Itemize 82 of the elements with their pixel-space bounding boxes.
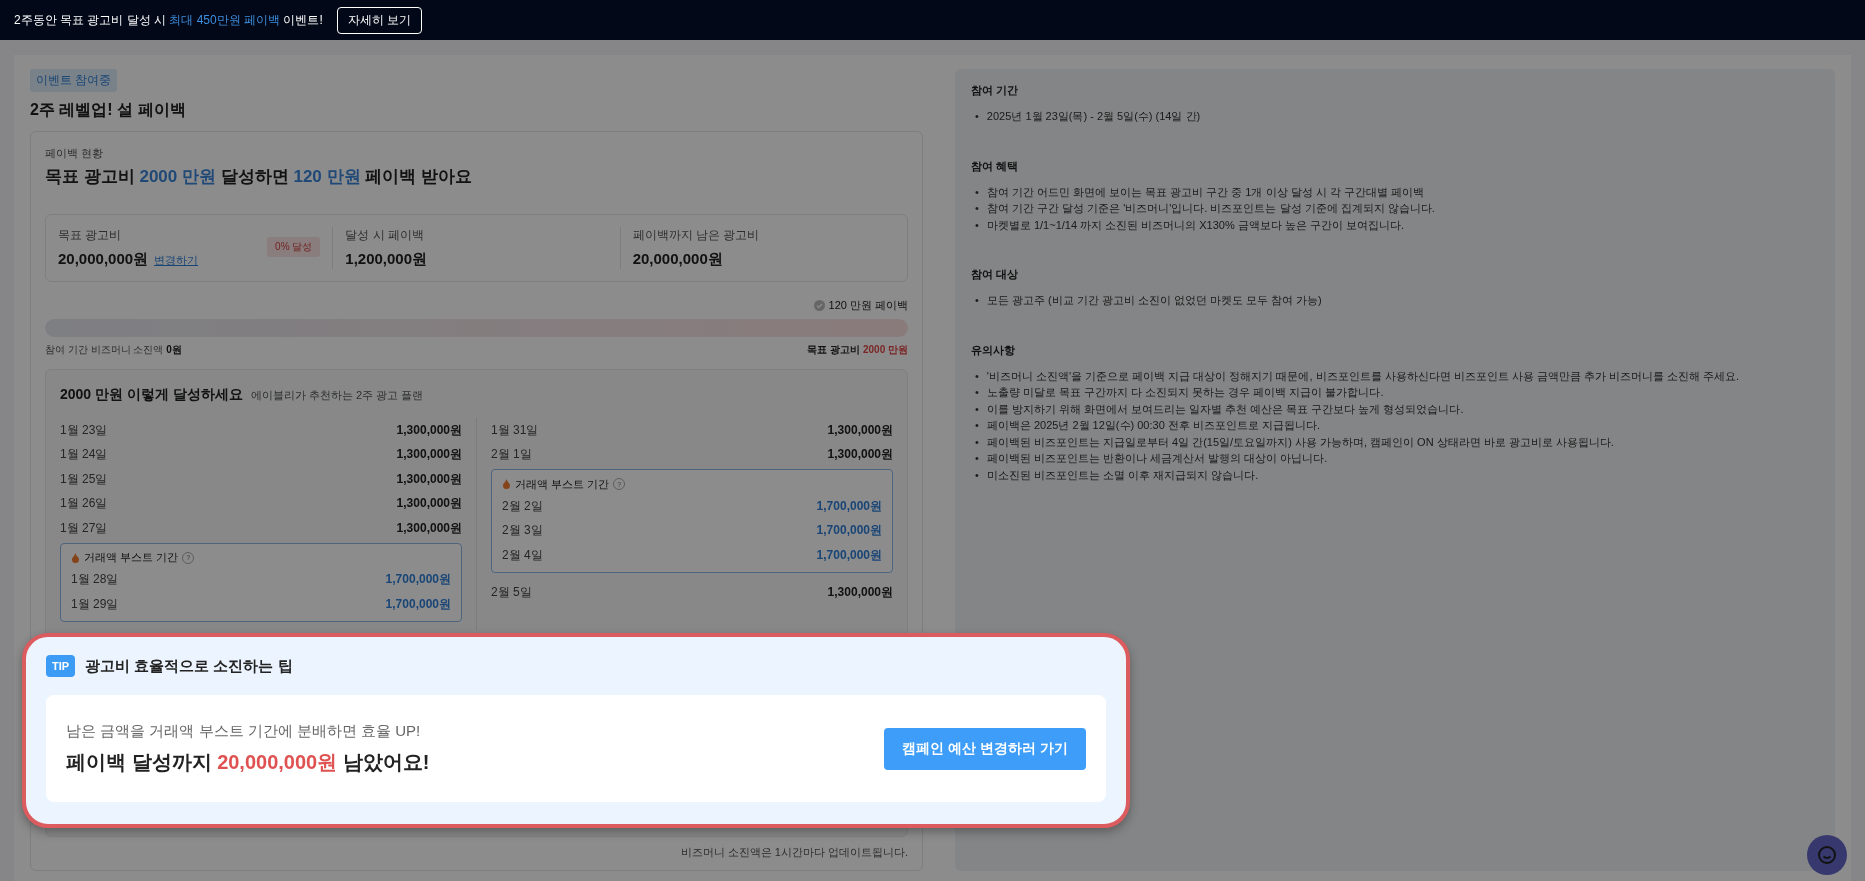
plan-title: 2000 만원 이렇게 달성하세요 [60,386,243,404]
info-item: 마켓별로 1/1~1/14 까지 소진된 비즈머니의 X130% 금액보다 높은 구간이 보여집니다. [986,217,1405,233]
check-icon [813,300,825,311]
info-heading: 유의사항 [971,342,1016,358]
payback-headline: 목표 광고비 2000 만원 달성하면 120 만원 페이백 받아요 [45,166,473,188]
update-note: 비즈머니 소진액은 1시간마다 업데이트됩니다. [679,845,908,860]
plan-date: 2월 2일 [502,497,543,515]
bullet: • [975,217,979,233]
bullet: • [975,293,979,308]
plan-amount: 1,300,000원 [396,470,462,488]
info-item: 페이백된 비즈포인트는 반환이나 세금계산서 발행의 대상이 아닙니다. [986,451,1328,466]
plan-amount: 1,700,000원 [816,522,882,540]
bullet: • [975,184,979,200]
change-budget-button[interactable]: 캠페인 예산 변경하러 가기 [884,727,1086,770]
plan-amount: 1,300,000원 [396,495,462,513]
info-item: 미소진된 비즈포인트는 소멸 이후 재지급되지 않습니다. [986,467,1259,483]
milestone-label: 120 만원 페이백 [828,298,908,313]
info-item: 참여 기간 구간 달성 기준은 '비즈머니'입니다. 비즈포인트는 달성 기준에 집계되지 않습니다. [986,201,1435,216]
bullet: • [975,368,979,384]
status-badge: 이벤트 참여중 [30,69,118,92]
stat-value: 20,000,000원 [632,250,723,269]
bullet: • [975,451,979,466]
stat-value: 20,000,000원 [58,250,149,269]
boost-label: 거래액 부스트 기간 [84,550,179,565]
plan-subtitle: 에이블리가 추천하는 2주 광고 플랜 [250,388,424,403]
stat-label: 목표 광고비 [58,227,123,244]
bullet: • [975,385,979,400]
event-title: 2주 레벨업! 설 페이백 [30,100,187,120]
tip-title: 광고비 효율적으로 소진하는 팁 [85,656,293,676]
info-item: 페이백된 비즈포인트는 지급일로부터 4일 간(15일/토요일까지) 사용 가능하며, 캠페인이 ON 상태라면 바로 광고비로 사용됩니다. [986,434,1614,450]
plan-date: 1월 31일 [491,421,539,439]
stat-value: 1,200,000원 [345,250,428,269]
event-banner-text: 2주동안 목표 광고비 달성 시 최대 450만원 페이백 이벤트! [14,11,323,29]
info-item: '비즈머니 소진액'을 기준으로 페이백 지급 대상이 정해지기 때문에, 비즈포인트를 사용하신다면 비즈포인트 사용 금액만큼 추가 비즈머니를 소진해 주세요. [986,368,1740,384]
plan-date: 2월 3일 [502,522,543,540]
stat-label: 페이백까지 남은 광고비 [632,227,761,244]
plan-amount: 1,700,000원 [385,571,451,589]
section-label: 페이백 현황 [45,146,105,161]
plan-date: 1월 23일 [60,421,108,439]
plan-date: 1월 25일 [60,470,108,488]
bullet: • [975,401,979,417]
info-item: 이를 방지하기 위해 화면에서 보여드리는 일자별 추천 예산은 목표 구간보다 높게 형성되었습니다. [986,401,1464,417]
plan-date: 1월 24일 [60,446,108,464]
plan-amount: 1,300,000원 [827,446,893,464]
plan-date: 1월 29일 [71,595,119,613]
plan-amount: 1,300,000원 [396,421,462,439]
plan-date: 2월 4일 [502,546,543,564]
info-heading: 참여 혜택 [971,158,1020,174]
plan-amount: 1,300,000원 [396,446,462,464]
plan-amount: 1,300,000원 [827,584,893,602]
bullet: • [975,109,979,124]
plan-amount: 1,700,000원 [816,497,882,515]
boost-label: 거래액 부스트 기간 [515,476,610,492]
plan-date: 2월 1일 [491,446,532,464]
stat-label: 달성 시 페이백 [345,227,425,244]
plan-date: 1월 28일 [71,571,119,589]
remaining-message: 페이백 달성까지 20,000,000원 남았어요! [66,749,430,775]
info-heading: 참여 기간 [971,83,1020,98]
plan-date: 1월 27일 [60,519,108,537]
info-item: 노출량 미달로 목표 구간까지 다 소진되지 못하는 경우 페이백 지급이 불가합니다. [986,385,1384,400]
plan-date: 2월 5일 [491,584,532,602]
bullet: • [975,434,979,450]
plan-amount: 1,300,000원 [827,421,893,439]
bullet: • [975,418,979,433]
info-item: 2025년 1월 23일(목) - 2월 5일(수) (14일 간) [986,109,1201,124]
plan-date: 1월 26일 [60,495,108,513]
tip-badge: TIP [46,655,76,677]
plan-amount: 1,700,000원 [385,595,451,613]
plan-amount: 1,300,000원 [396,519,462,537]
bullet: • [975,201,979,216]
info-item: 모든 광고주 (비교 기간 광고비 소진이 없었던 마켓도 모두 참여 가능) [986,293,1322,308]
info-heading: 참여 대상 [971,267,1020,282]
target-amount: 목표 광고비 2000 만원 [807,343,908,357]
spent-amount: 참여 기간 비즈머니 소진액 0원 [45,343,182,357]
progress-badge: 0% 달성 [267,237,321,257]
info-item: 페이백은 2025년 2월 12일(수) 00:30 전후 비즈포인트로 지급됩니다. [986,418,1320,433]
tip-hint: 남은 금액을 거래액 부스트 기간에 분배하면 효율 UP! [66,721,422,741]
plan-amount: 1,700,000원 [816,546,882,564]
info-item: 참여 기간 어드민 화면에 보이는 목표 광고비 구간 중 1개 이상 달성 시 각 구간대별 페이백 [986,184,1424,200]
bullet: • [975,467,979,483]
change-link[interactable]: 변경하기 [154,253,199,268]
details-button[interactable]: 자세히 보기 [336,6,423,34]
